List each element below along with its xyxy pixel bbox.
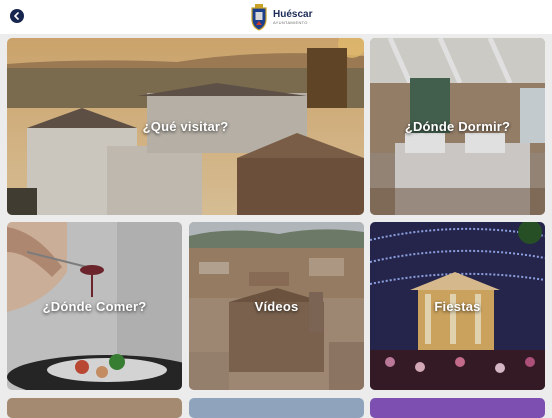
chevron-left-icon <box>14 12 19 20</box>
tile-fiestas[interactable]: Fiestas <box>370 222 545 390</box>
tile-label: Vídeos <box>254 298 299 314</box>
logo-subtitle: AYUNTAMIENTO <box>273 19 308 25</box>
tile-label: ¿Dónde Comer? <box>42 298 147 314</box>
top-bar: Huéscar AYUNTAMIENTO <box>0 0 552 34</box>
back-button[interactable] <box>10 9 24 23</box>
coat-of-arms-icon <box>251 4 267 31</box>
tile-partial-2[interactable] <box>189 398 364 418</box>
tile-partial-1[interactable] <box>7 398 182 418</box>
app-logo[interactable]: Huéscar AYUNTAMIENTO <box>249 3 312 31</box>
tile-donde-comer[interactable]: ¿Dónde Comer? <box>7 222 182 390</box>
tile-donde-dormir[interactable]: ¿Dónde Dormir? <box>370 38 545 215</box>
tile-label: ¿Dónde Dormir? <box>404 119 511 134</box>
tile-videos[interactable]: Vídeos <box>189 222 364 390</box>
logo-name: Huéscar <box>273 8 313 20</box>
tile-partial-3[interactable] <box>370 398 545 418</box>
tile-que-visitar[interactable]: ¿Qué visitar? <box>7 38 364 215</box>
tile-label: Fiestas <box>434 298 481 314</box>
tile-label: ¿Qué visitar? <box>142 119 229 134</box>
